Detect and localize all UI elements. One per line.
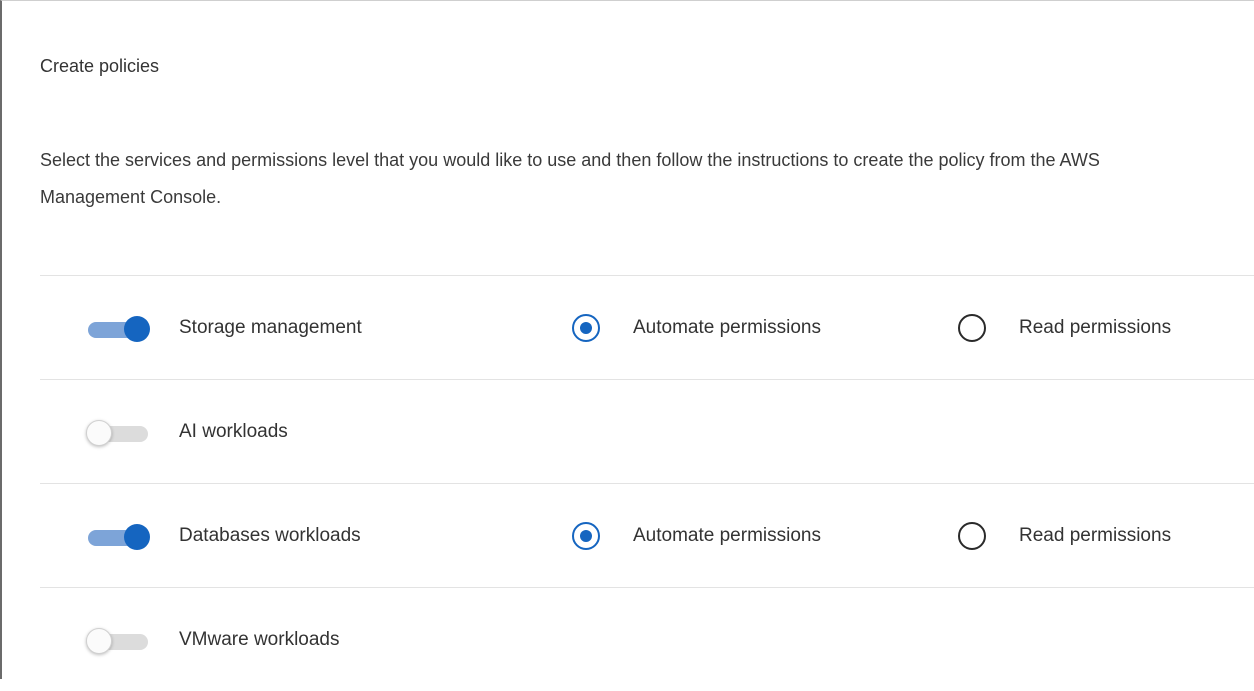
vmware-workloads-toggle[interactable] — [86, 628, 150, 654]
services-list: Storage management Automate permissions … — [40, 275, 1254, 691]
databases-automate-permissions-radio[interactable]: Automate permissions — [572, 522, 821, 550]
create-policies-panel: Create policies Select the services and … — [0, 0, 1254, 679]
service-label: Databases workloads — [179, 525, 361, 546]
radio-label: Read permissions — [1019, 317, 1172, 338]
panel-description: Select the services and permissions leve… — [40, 150, 1100, 207]
radio-selected-icon — [572, 522, 600, 550]
toggle-knob — [86, 628, 112, 654]
storage-automate-permissions-radio[interactable]: Automate permissions — [572, 314, 821, 342]
storage-management-toggle[interactable] — [86, 316, 150, 342]
service-row-ai-workloads: AI workloads — [40, 380, 1254, 484]
radio-label: Automate permissions — [633, 525, 821, 546]
ai-workloads-toggle[interactable] — [86, 420, 150, 446]
radio-unselected-icon — [958, 522, 986, 550]
service-label: AI workloads — [179, 421, 288, 442]
storage-read-permissions-radio[interactable]: Read permissions — [958, 314, 1171, 342]
service-label: VMware workloads — [179, 629, 340, 650]
databases-read-permissions-radio[interactable]: Read permissions — [958, 522, 1171, 550]
service-row-storage-management: Storage management Automate permissions … — [40, 276, 1254, 380]
panel-title: Create policies — [40, 56, 160, 76]
databases-workloads-toggle[interactable] — [86, 524, 150, 550]
service-row-vmware-workloads: VMware workloads — [40, 588, 1254, 691]
radio-label: Read permissions — [1019, 525, 1172, 546]
toggle-knob — [124, 524, 150, 550]
toggle-knob — [86, 420, 112, 446]
toggle-knob — [124, 316, 150, 342]
radio-unselected-icon — [958, 314, 986, 342]
radio-selected-icon — [572, 314, 600, 342]
service-row-databases-workloads: Databases workloads Automate permissions… — [40, 484, 1254, 588]
radio-label: Automate permissions — [633, 317, 821, 338]
service-label: Storage management — [179, 317, 362, 338]
